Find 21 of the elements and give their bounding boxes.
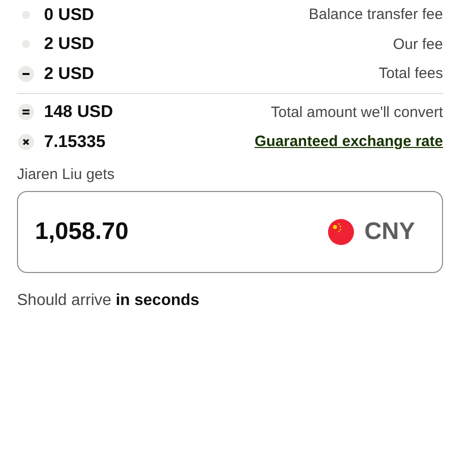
minus-icon xyxy=(18,66,34,82)
flag-icon xyxy=(328,218,354,244)
amount-field[interactable]: 1,058.70 CNY xyxy=(17,190,443,272)
fee-amount: 0 USD xyxy=(44,4,94,25)
conversion-amount: 7.15335 xyxy=(44,132,106,152)
dot-icon xyxy=(22,10,30,19)
received-amount: 1,058.70 xyxy=(35,218,128,246)
arrival-text: Should arrive in seconds xyxy=(17,292,200,310)
conversion-label: Total amount we'll convert xyxy=(270,104,443,121)
fee-label: Balance transfer fee xyxy=(308,6,443,24)
currency-code[interactable]: CNY xyxy=(364,218,415,246)
equals-icon xyxy=(18,104,34,120)
times-icon xyxy=(18,134,34,150)
dot-icon xyxy=(22,40,30,48)
fee-label: Total fees xyxy=(378,65,443,82)
conversion-amount: 148 USD xyxy=(44,102,113,122)
recipient-label: Jiaren Liu gets xyxy=(17,166,116,182)
fee-amount: 2 USD xyxy=(44,64,94,84)
fee-label: Our fee xyxy=(392,36,443,53)
exchange-rate-link[interactable]: Guaranteed exchange rate xyxy=(254,133,443,150)
fee-amount: 2 USD xyxy=(44,34,94,54)
